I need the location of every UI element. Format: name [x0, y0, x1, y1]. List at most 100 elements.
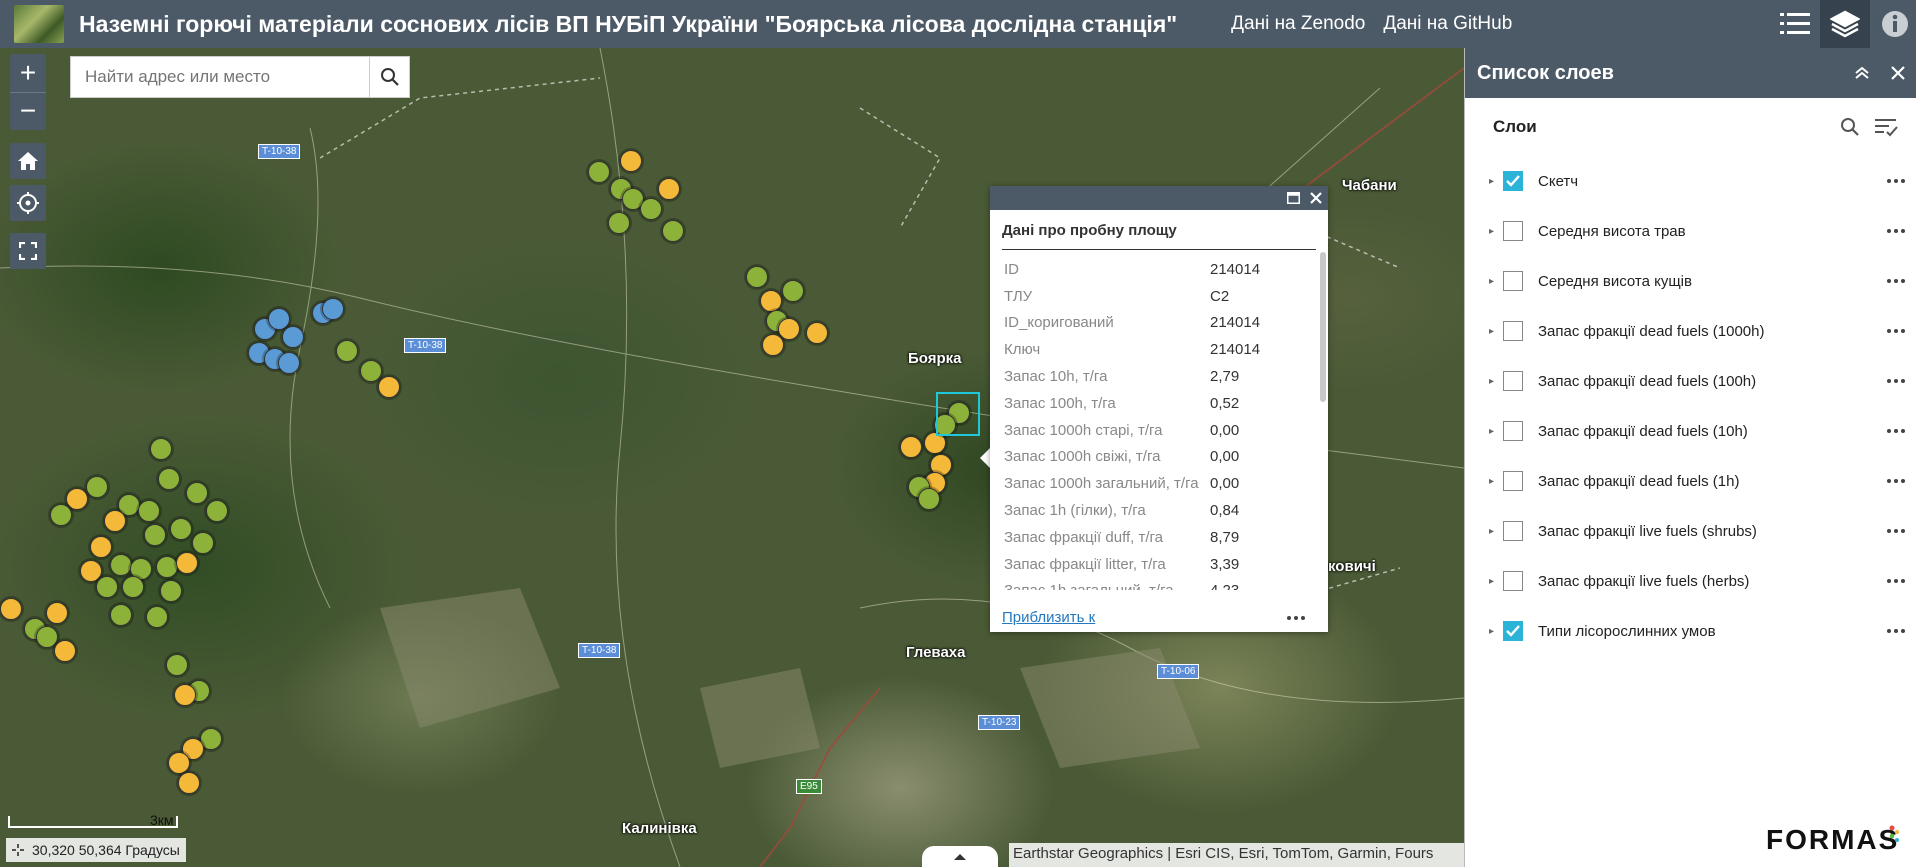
layer-item[interactable]: ▸ Типи лісорослинних умов	[1465, 606, 1916, 656]
maximize-icon[interactable]	[1287, 192, 1300, 204]
plot-marker[interactable]	[658, 178, 680, 200]
plot-marker[interactable]	[170, 518, 192, 540]
layer-options-button[interactable]	[1876, 279, 1916, 283]
plot-marker[interactable]	[322, 298, 344, 320]
expand-caret-icon[interactable]: ▸	[1489, 176, 1503, 187]
expand-caret-icon[interactable]: ▸	[1489, 226, 1503, 237]
plot-marker[interactable]	[918, 488, 940, 510]
github-link[interactable]: Дані на GitHub	[1383, 13, 1512, 35]
layer-visibility-checkbox[interactable]	[1503, 171, 1523, 191]
layer-item[interactable]: ▸ Запас фракції dead fuels (100h)	[1465, 356, 1916, 406]
zoom-to-link[interactable]: Приблизить к	[1002, 609, 1095, 626]
layer-visibility-checkbox[interactable]	[1503, 371, 1523, 391]
plot-marker[interactable]	[146, 606, 168, 628]
layer-item[interactable]: ▸ Скетч	[1465, 156, 1916, 206]
plot-marker[interactable]	[50, 504, 72, 526]
plot-marker[interactable]	[178, 772, 200, 794]
plot-marker[interactable]	[900, 436, 922, 458]
expand-caret-icon[interactable]: ▸	[1489, 476, 1503, 487]
expand-caret-icon[interactable]: ▸	[1489, 526, 1503, 537]
plot-marker[interactable]	[206, 500, 228, 522]
plot-marker[interactable]	[156, 556, 178, 578]
filter-layers-button[interactable]	[1868, 109, 1904, 145]
plot-marker[interactable]	[168, 752, 190, 774]
crosshair-icon[interactable]	[12, 844, 24, 856]
plot-marker[interactable]	[144, 524, 166, 546]
layer-item[interactable]: ▸ Середня висота трав	[1465, 206, 1916, 256]
plot-marker[interactable]	[86, 476, 108, 498]
plot-marker[interactable]	[186, 482, 208, 504]
plot-marker[interactable]	[96, 576, 118, 598]
layer-item[interactable]: ▸ Запас фракції dead fuels (10h)	[1465, 406, 1916, 456]
layer-options-button[interactable]	[1876, 579, 1916, 583]
plot-marker[interactable]	[192, 532, 214, 554]
layer-options-button[interactable]	[1876, 229, 1916, 233]
plot-marker[interactable]	[778, 318, 800, 340]
layer-visibility-checkbox[interactable]	[1503, 621, 1523, 641]
plot-marker[interactable]	[360, 360, 382, 382]
plot-marker[interactable]	[160, 580, 182, 602]
layer-item[interactable]: ▸ Запас фракції dead fuels (1000h)	[1465, 306, 1916, 356]
plot-marker[interactable]	[158, 468, 180, 490]
plot-marker[interactable]	[138, 500, 160, 522]
expand-caret-icon[interactable]: ▸	[1489, 326, 1503, 337]
plot-marker[interactable]	[166, 654, 188, 676]
plot-marker[interactable]	[762, 334, 784, 356]
layer-options-button[interactable]	[1876, 629, 1916, 633]
legend-button[interactable]	[1770, 0, 1820, 48]
plot-marker[interactable]	[620, 150, 642, 172]
attribution-toggle[interactable]	[922, 846, 998, 867]
expand-caret-icon[interactable]: ▸	[1489, 376, 1503, 387]
layer-options-button[interactable]	[1876, 429, 1916, 433]
plot-marker[interactable]	[176, 552, 198, 574]
plot-marker[interactable]	[282, 326, 304, 348]
layer-visibility-checkbox[interactable]	[1503, 321, 1523, 341]
plot-marker[interactable]	[746, 266, 768, 288]
fullscreen-button[interactable]	[10, 233, 46, 269]
layer-visibility-checkbox[interactable]	[1503, 271, 1523, 291]
zoom-in-button[interactable]: +	[10, 54, 46, 92]
plot-marker[interactable]	[104, 510, 126, 532]
popup-content[interactable]: ID 214014 ТЛУ C2 ID_коригований 214014 Ключ…	[990, 250, 1328, 590]
layer-options-button[interactable]	[1876, 379, 1916, 383]
layer-visibility-checkbox[interactable]	[1503, 421, 1523, 441]
plot-marker[interactable]	[46, 602, 68, 624]
layer-options-button[interactable]	[1876, 479, 1916, 483]
plot-marker[interactable]	[174, 684, 196, 706]
plot-marker[interactable]	[588, 161, 610, 183]
search-layers-button[interactable]	[1832, 109, 1868, 145]
zenodo-link[interactable]: Дані на Zenodo	[1231, 13, 1365, 35]
plot-marker[interactable]	[806, 322, 828, 344]
layer-options-button[interactable]	[1876, 329, 1916, 333]
layer-visibility-checkbox[interactable]	[1503, 571, 1523, 591]
plot-marker[interactable]	[378, 376, 400, 398]
plot-marker[interactable]	[150, 438, 172, 460]
search-button[interactable]	[369, 57, 409, 97]
layer-item[interactable]: ▸ Запас фракції live fuels (herbs)	[1465, 556, 1916, 606]
layer-visibility-checkbox[interactable]	[1503, 521, 1523, 541]
plot-marker[interactable]	[760, 290, 782, 312]
plot-marker[interactable]	[640, 198, 662, 220]
layer-visibility-checkbox[interactable]	[1503, 221, 1523, 241]
expand-caret-icon[interactable]: ▸	[1489, 426, 1503, 437]
expand-caret-icon[interactable]: ▸	[1489, 276, 1503, 287]
layer-item[interactable]: ▸ Запас фракції dead fuels (1h)	[1465, 456, 1916, 506]
map-view[interactable]: + − Чабани Боярка Глеваха Калинівка кови…	[0, 48, 1464, 867]
layer-options-button[interactable]	[1876, 179, 1916, 183]
search-input[interactable]	[71, 57, 369, 97]
plot-marker[interactable]	[110, 554, 132, 576]
zoom-out-button[interactable]: −	[10, 91, 46, 131]
popup-scrollbar[interactable]	[1320, 252, 1326, 402]
close-panel-button[interactable]	[1880, 55, 1916, 91]
plot-marker[interactable]	[90, 536, 112, 558]
plot-marker[interactable]	[608, 212, 630, 234]
layer-options-button[interactable]	[1876, 529, 1916, 533]
plot-marker[interactable]	[782, 280, 804, 302]
popup-more-button[interactable]	[1276, 615, 1316, 620]
locate-button[interactable]	[10, 185, 46, 221]
plot-marker[interactable]	[0, 598, 22, 620]
plot-marker[interactable]	[66, 488, 88, 510]
layer-item[interactable]: ▸ Запас фракції live fuels (shrubs)	[1465, 506, 1916, 556]
layer-list-button[interactable]	[1820, 0, 1870, 48]
plot-marker[interactable]	[278, 352, 300, 374]
